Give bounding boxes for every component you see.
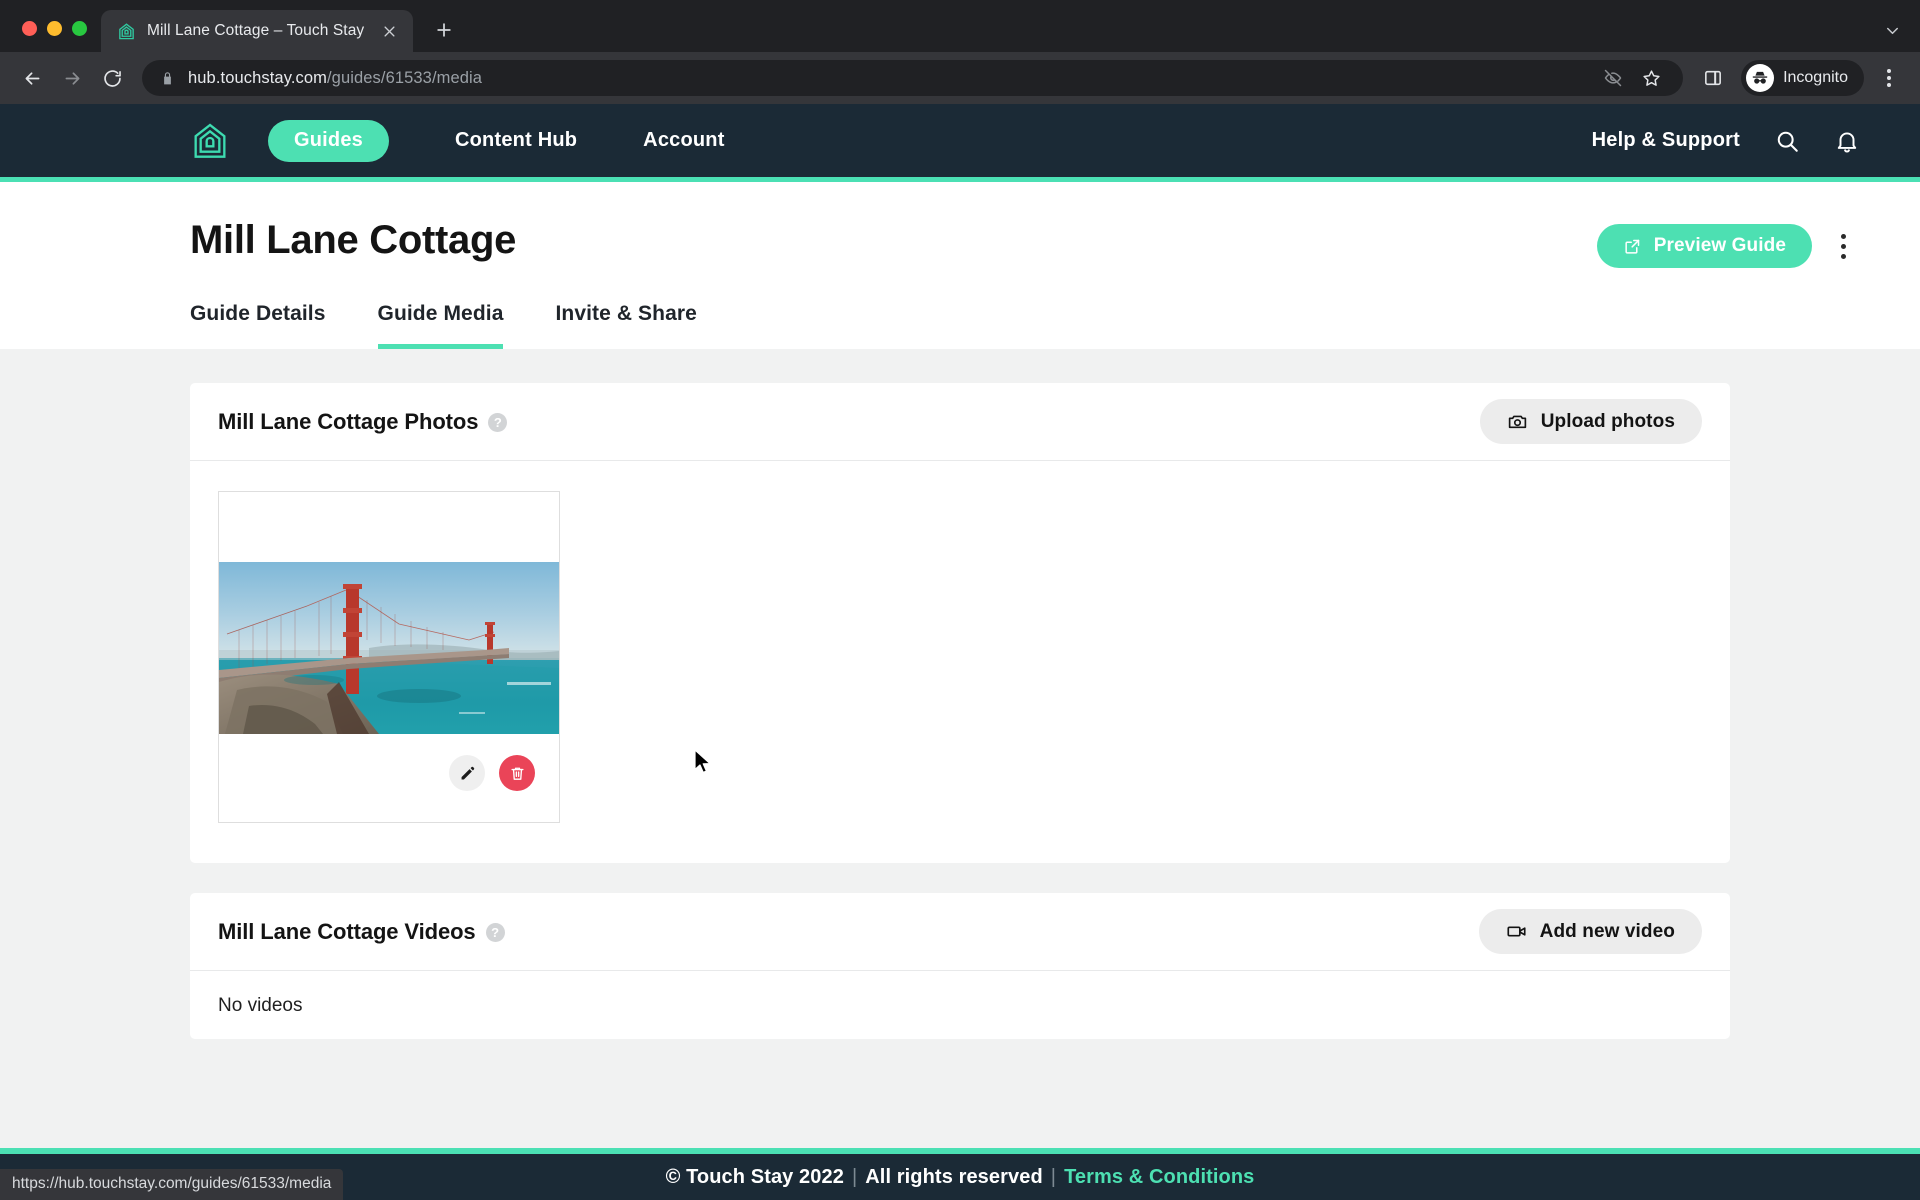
kebab-dot: [1887, 83, 1891, 87]
page-header: Mill Lane Cottage Preview Guide Guide De…: [0, 182, 1920, 349]
incognito-profile-chip[interactable]: Incognito: [1741, 60, 1864, 96]
minimize-window-button[interactable]: [47, 21, 62, 36]
tab-title: Mill Lane Cottage – Touch Stay: [147, 22, 365, 39]
nav-item-content-hub[interactable]: Content Hub: [455, 129, 577, 152]
url-host: hub.touchstay.com: [188, 68, 327, 87]
page-viewport: Guides Content Hub Account Help & Suppor…: [0, 104, 1920, 1200]
lock-icon: [160, 71, 175, 86]
tab-strip-right-controls: [1883, 21, 1920, 52]
url-path: /guides/61533/media: [326, 68, 483, 87]
star-icon[interactable]: [1633, 60, 1669, 96]
footer-separator: |: [1050, 1165, 1057, 1188]
chevron-down-icon[interactable]: [1883, 21, 1902, 40]
kebab-dot: [1840, 243, 1846, 249]
add-new-video-label: Add new video: [1539, 920, 1675, 942]
edit-photo-button[interactable]: [449, 755, 485, 791]
page-title: Mill Lane Cottage: [190, 218, 517, 262]
footer-separator: |: [851, 1165, 858, 1188]
videos-card-title: Mill Lane Cottage Videos: [218, 918, 476, 944]
touchstay-house-logo-icon[interactable]: [190, 121, 230, 161]
address-bar-actions: [1595, 60, 1669, 96]
question-mark-icon[interactable]: ?: [485, 923, 505, 942]
nav-item-account[interactable]: Account: [643, 129, 724, 152]
browser-tab[interactable]: Mill Lane Cottage – Touch Stay: [101, 10, 414, 52]
back-button[interactable]: [14, 60, 50, 96]
main-content: Mill Lane Cottage Photos ? Upload photos: [0, 349, 1920, 1039]
question-mark-icon[interactable]: ?: [488, 413, 508, 432]
incognito-label: Incognito: [1783, 69, 1848, 86]
tab-favicon-house-icon: [117, 22, 136, 41]
upload-photos-label: Upload photos: [1540, 410, 1675, 432]
videos-card-header: Mill Lane Cottage Videos ? Add new video: [190, 893, 1730, 971]
window-traffic-lights: [14, 21, 101, 52]
camera-icon: [1507, 411, 1528, 432]
footer-text: © Touch Stay 2022 | All rights reserved | Te…: [666, 1166, 1255, 1189]
side-panel-icon[interactable]: [1695, 60, 1731, 96]
upload-photos-button[interactable]: Upload photos: [1479, 399, 1702, 444]
videos-empty-state: No videos: [218, 995, 303, 1016]
kebab-dot: [1887, 76, 1891, 80]
tab-invite-share[interactable]: Invite & Share: [555, 302, 696, 349]
kebab-dot: [1840, 233, 1846, 239]
footer-copyright: © Touch Stay 2022: [665, 1165, 844, 1188]
videos-card-body: No videos: [190, 971, 1730, 1039]
search-icon[interactable]: [1774, 128, 1800, 154]
photo-thumbnail-golden-gate-bridge: [219, 562, 559, 734]
reload-button[interactable]: [94, 60, 130, 96]
tab-guide-details[interactable]: Guide Details: [190, 302, 326, 349]
photos-card: Mill Lane Cottage Photos ? Upload photos: [190, 383, 1730, 863]
address-bar-url: hub.touchstay.com/guides/61533/media: [188, 69, 482, 88]
guide-tabs: Guide Details Guide Media Invite & Share: [0, 268, 1920, 349]
new-tab-button[interactable]: [427, 13, 461, 47]
photo-tile-actions: [219, 734, 559, 822]
footer-terms-link[interactable]: Terms & Conditions: [1064, 1166, 1254, 1188]
kebab-dot: [1840, 253, 1846, 259]
pencil-icon: [459, 765, 476, 782]
preview-guide-button[interactable]: Preview Guide: [1596, 224, 1812, 268]
maximize-window-button[interactable]: [72, 21, 87, 36]
delete-photo-button[interactable]: [499, 755, 535, 791]
page-more-menu-icon[interactable]: [1826, 226, 1860, 266]
nav-item-help-support[interactable]: Help & Support: [1592, 129, 1740, 152]
photos-card-body: [190, 461, 1730, 863]
preview-guide-label: Preview Guide: [1653, 235, 1786, 256]
close-icon[interactable]: [379, 21, 399, 41]
browser-toolbar: hub.touchstay.com/guides/61533/media Inc…: [0, 52, 1920, 104]
photo-tile-top-spacer: [219, 492, 559, 562]
browser-status-bar: https://hub.touchstay.com/guides/61533/m…: [0, 1169, 344, 1200]
browser-tab-strip: Mill Lane Cottage – Touch Stay: [0, 0, 1920, 52]
browser-window: Mill Lane Cottage – Touch Stay hub.touch…: [0, 0, 1920, 1200]
add-new-video-button[interactable]: Add new video: [1478, 909, 1702, 954]
address-bar[interactable]: hub.touchstay.com/guides/61533/media: [142, 60, 1684, 96]
external-link-icon: [1623, 237, 1642, 256]
eye-off-icon[interactable]: [1595, 60, 1631, 96]
photos-card-header: Mill Lane Cottage Photos ? Upload photos: [190, 383, 1730, 461]
page-header-actions: Preview Guide: [1596, 218, 1860, 268]
close-window-button[interactable]: [22, 21, 37, 36]
kebab-dot: [1887, 69, 1891, 73]
app-navigation-bar: Guides Content Hub Account Help & Suppor…: [0, 104, 1920, 182]
trash-icon: [509, 765, 526, 782]
video-camera-icon: [1506, 921, 1527, 942]
footer-rights: All rights reserved: [865, 1165, 1043, 1188]
forward-button[interactable]: [54, 60, 90, 96]
incognito-icon: [1746, 64, 1775, 92]
photos-card-title: Mill Lane Cottage Photos: [218, 408, 479, 434]
kebab-menu-icon[interactable]: [1872, 60, 1906, 96]
tab-guide-media[interactable]: Guide Media: [377, 302, 504, 349]
app-nav-right: Help & Support: [1592, 128, 1860, 154]
photo-tile[interactable]: [218, 491, 560, 823]
videos-card: Mill Lane Cottage Videos ? Add new video: [190, 893, 1730, 1039]
bell-icon[interactable]: [1834, 128, 1860, 154]
nav-item-guides[interactable]: Guides: [268, 119, 389, 162]
